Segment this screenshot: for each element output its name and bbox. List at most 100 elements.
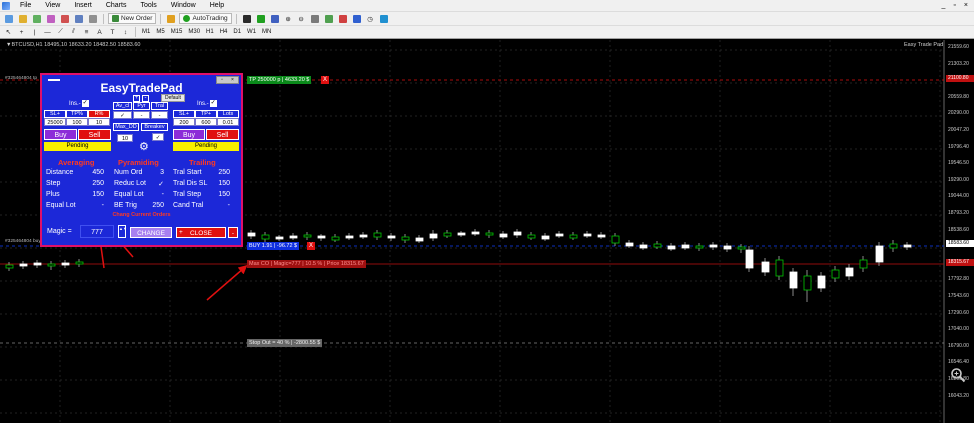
pyramiding-reduc-lot-value[interactable]: ✓ xyxy=(146,180,164,188)
timeframe-mn[interactable]: MN xyxy=(260,29,273,35)
trendline-icon[interactable]: ⟋ xyxy=(55,27,66,38)
default-preset-button[interactable]: Default xyxy=(161,94,185,102)
magic-stepper[interactable]: ▲▼ xyxy=(118,225,127,238)
right-pending-button[interactable]: Pending xyxy=(173,142,239,151)
metaeditor-icon[interactable] xyxy=(165,13,177,24)
timeframe-w1[interactable]: W1 xyxy=(245,29,258,35)
menu-help[interactable]: Help xyxy=(203,0,231,11)
zoom-out-icon[interactable]: ⊖ xyxy=(296,13,307,24)
terminal-icon[interactable] xyxy=(73,13,85,24)
trailing-dis-sl-value[interactable]: 150 xyxy=(212,180,230,187)
max-close-order-tag[interactable]: Max CO | Magic=777 | 10.5 % | Price 1831… xyxy=(247,260,366,268)
timeframe-m15[interactable]: M15 xyxy=(169,29,185,35)
market-buy-button[interactable]: Buy xyxy=(44,129,77,140)
vertical-line-icon[interactable]: | xyxy=(29,27,40,38)
market-watch-icon[interactable] xyxy=(31,13,43,24)
close-tp-button[interactable]: X xyxy=(321,76,329,84)
left-tp-pct-input[interactable]: 100 xyxy=(66,118,88,126)
left-pending-button[interactable]: Pending xyxy=(44,142,111,151)
right-ins-toggle[interactable]: Ins.- ✓ xyxy=(197,100,217,107)
pyramiding-num-ord-value[interactable]: 3 xyxy=(146,169,164,176)
tile-windows-icon[interactable] xyxy=(309,13,321,24)
minimize-icon[interactable]: _ xyxy=(942,2,946,9)
menu-view[interactable]: View xyxy=(38,0,67,11)
right-ins-checkbox[interactable]: ✓ xyxy=(209,100,217,107)
close-orders-button[interactable]: CLOSE xyxy=(176,227,226,238)
close-plus-icon[interactable]: + xyxy=(179,227,183,238)
horizontal-line-icon[interactable]: — xyxy=(42,27,53,38)
right-sl-input[interactable]: 200 xyxy=(173,118,195,126)
templates-icon[interactable] xyxy=(378,13,390,24)
menu-tools[interactable]: Tools xyxy=(133,0,163,11)
channel-icon[interactable]: ⫽ xyxy=(68,27,79,38)
auto-trading-button[interactable]: AutoTrading xyxy=(179,13,232,24)
bar-chart-icon[interactable] xyxy=(241,13,253,24)
menu-insert[interactable]: Insert xyxy=(67,0,99,11)
close-window-icon[interactable]: × xyxy=(964,2,968,9)
arrows-icon[interactable]: ↕ xyxy=(120,27,131,38)
left-ins-checkbox[interactable]: ✓ xyxy=(81,100,89,107)
pyramid-toggle[interactable]: - xyxy=(133,111,150,119)
timeframe-m5[interactable]: M5 xyxy=(154,29,166,35)
buy-position-tag[interactable]: BUY 1.91 | -96.72 $ xyxy=(247,242,300,250)
timeframe-h4[interactable]: H4 xyxy=(218,29,230,35)
navigator-icon[interactable] xyxy=(59,13,71,24)
gear-icon[interactable]: ⚙ xyxy=(139,140,149,153)
crosshair-icon[interactable]: + xyxy=(16,27,27,38)
menu-charts[interactable]: Charts xyxy=(99,0,134,11)
fibonacci-icon[interactable]: ≡ xyxy=(81,27,92,38)
chart-shift-icon[interactable] xyxy=(337,13,349,24)
change-button[interactable]: CHANGE xyxy=(130,227,172,238)
pyramiding-equal-lot-value[interactable]: - xyxy=(146,191,164,198)
close-buy-button[interactable]: X xyxy=(307,242,315,250)
left-sl-input[interactable]: 25000 xyxy=(44,118,66,126)
cursor-icon[interactable]: ↖ xyxy=(3,27,14,38)
autoscroll-icon[interactable] xyxy=(323,13,335,24)
profiles-icon[interactable] xyxy=(17,13,29,24)
timeframe-m1[interactable]: M1 xyxy=(140,29,152,35)
magic-input[interactable]: 777 xyxy=(80,225,114,238)
trailing-cand-tral-value[interactable]: - xyxy=(212,202,230,209)
candlestick-icon[interactable] xyxy=(255,13,267,24)
right-lots-input[interactable]: 0.01 xyxy=(217,118,239,126)
menu-window[interactable]: Window xyxy=(164,0,203,11)
restore-icon[interactable]: ▫ xyxy=(953,2,955,9)
pending-buy-button[interactable]: Buy xyxy=(173,129,205,140)
pyramiding-be-trig-value[interactable]: 250 xyxy=(146,202,164,209)
zoom-in-icon[interactable]: ⊕ xyxy=(283,13,294,24)
right-tp-input[interactable]: 600 xyxy=(195,118,217,126)
left-risk-pct-header[interactable]: R% xyxy=(88,110,110,118)
averaging-plus-value[interactable]: 150 xyxy=(86,191,104,198)
panel-plus-button[interactable]: + xyxy=(133,95,140,102)
trailing-step-value[interactable]: 150 xyxy=(212,191,230,198)
timeframe-m30[interactable]: M30 xyxy=(186,29,202,35)
new-order-button[interactable]: New Order xyxy=(108,13,157,24)
timeframe-h1[interactable]: H1 xyxy=(204,29,216,35)
max-dd-input[interactable]: 10 xyxy=(117,134,133,142)
pending-sell-button[interactable]: Sell xyxy=(206,129,239,140)
text-icon[interactable]: A xyxy=(94,27,105,38)
trailing-toggle[interactable]: - xyxy=(151,111,168,119)
line-chart-icon[interactable] xyxy=(269,13,281,24)
breakeven-checkbox[interactable]: ✓ xyxy=(152,133,164,141)
average-close-toggle[interactable]: ✓ xyxy=(113,111,132,119)
averaging-equal-lot-value[interactable]: - xyxy=(86,202,104,209)
timeframe-d1[interactable]: D1 xyxy=(231,29,243,35)
left-risk-pct-input[interactable]: 10 xyxy=(88,118,110,126)
market-sell-button[interactable]: Sell xyxy=(78,129,111,140)
new-chart-icon[interactable] xyxy=(3,13,15,24)
periods-icon[interactable]: ◷ xyxy=(365,13,376,24)
left-ins-toggle[interactable]: Ins.- ✓ xyxy=(69,100,89,107)
indicators-icon[interactable] xyxy=(351,13,363,24)
trailing-start-value[interactable]: 250 xyxy=(212,169,230,176)
averaging-step-value[interactable]: 250 xyxy=(86,180,104,187)
panel-minus-button[interactable]: - xyxy=(142,95,149,102)
data-window-icon[interactable] xyxy=(45,13,57,24)
label-icon[interactable]: T xyxy=(107,27,118,38)
menu-file[interactable]: File xyxy=(13,0,38,11)
averaging-distance-value[interactable]: 450 xyxy=(86,169,104,176)
magnifier-icon[interactable] xyxy=(950,367,966,383)
tester-icon[interactable] xyxy=(87,13,99,24)
close-minus-button[interactable]: - xyxy=(228,227,238,238)
take-profit-tag[interactable]: TP 250000 p | 4633.20 $ xyxy=(247,76,312,84)
